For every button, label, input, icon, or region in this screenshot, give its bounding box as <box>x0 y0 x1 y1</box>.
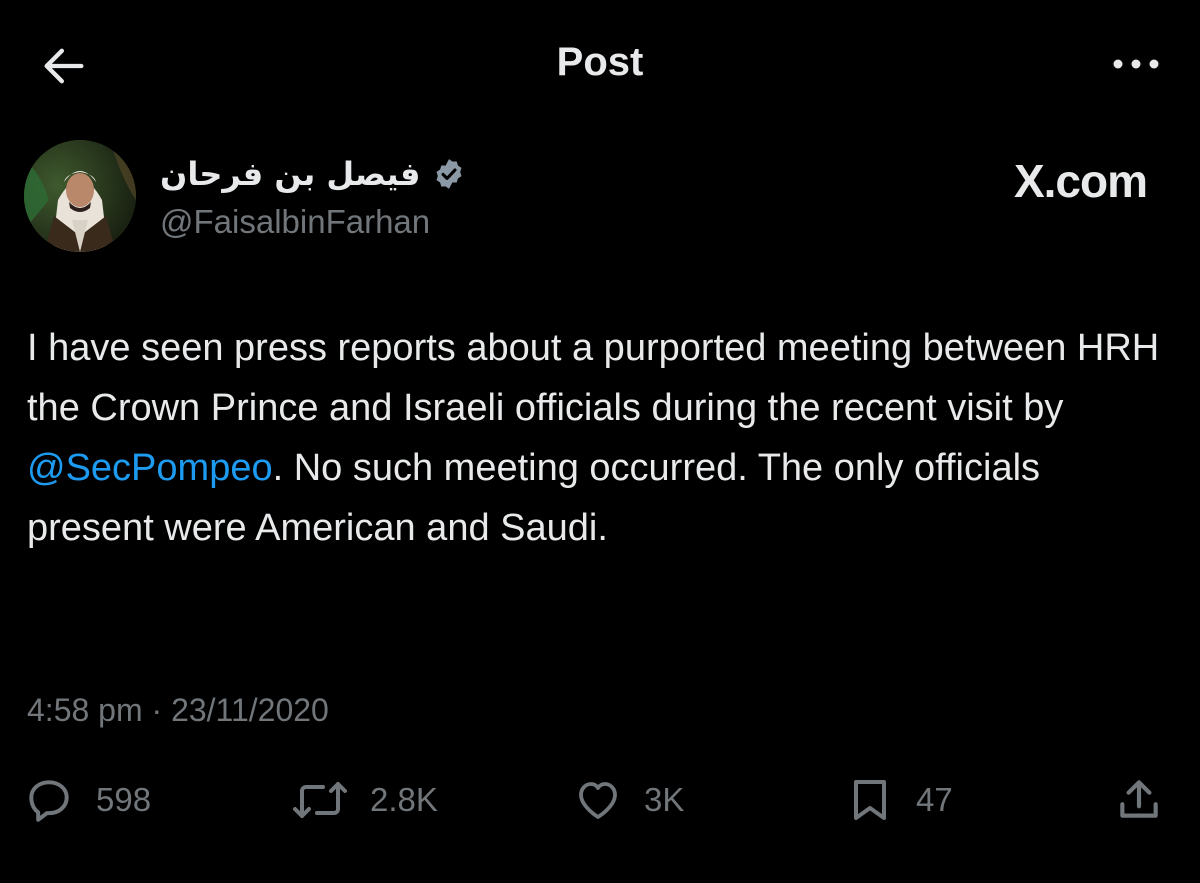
top-bar: Post <box>0 0 1200 128</box>
repost-icon <box>293 782 347 818</box>
verified-badge-icon <box>432 157 466 191</box>
avatar-image <box>24 140 136 252</box>
more-options-button[interactable] <box>1104 38 1168 90</box>
tweet-text: I have seen press reports about a purpor… <box>27 318 1177 558</box>
reply-icon <box>29 780 69 822</box>
bookmark-button[interactable]: 47 <box>846 770 953 830</box>
repost-button[interactable]: 2.8K <box>292 770 438 830</box>
page-title: Post <box>556 40 644 84</box>
repost-count: 2.8K <box>370 781 438 818</box>
user-handle[interactable]: @FaisalbinFarhan <box>160 202 430 242</box>
display-name[interactable]: فيصل بن فرحان <box>160 154 420 194</box>
mention-link[interactable]: @SecPompeo <box>27 447 273 489</box>
post-timestamp[interactable]: 4:58 pm · 23/11/2020 <box>27 688 329 732</box>
heart-icon <box>579 782 617 819</box>
like-button[interactable]: 3K <box>574 770 684 830</box>
reply-button[interactable]: 598 <box>24 770 151 830</box>
display-name-row: فيصل بن فرحان <box>160 154 466 194</box>
bookmark-icon <box>854 780 886 820</box>
like-count: 3K <box>644 781 685 818</box>
avatar[interactable] <box>24 140 136 252</box>
share-button[interactable] <box>1114 770 1164 830</box>
more-horizontal-icon <box>1113 59 1159 69</box>
bookmark-count: 47 <box>916 781 953 818</box>
action-bar: 598 2.8K 3K 47 <box>0 770 1200 830</box>
share-icon <box>1120 780 1158 818</box>
reply-count: 598 <box>96 781 152 818</box>
tweet-text-part-1: I have seen press reports about a purpor… <box>27 327 1160 429</box>
x-com-watermark: X.com <box>1013 155 1148 207</box>
author-block: فيصل بن فرحان @FaisalbinFarhan X.com <box>24 140 1176 260</box>
